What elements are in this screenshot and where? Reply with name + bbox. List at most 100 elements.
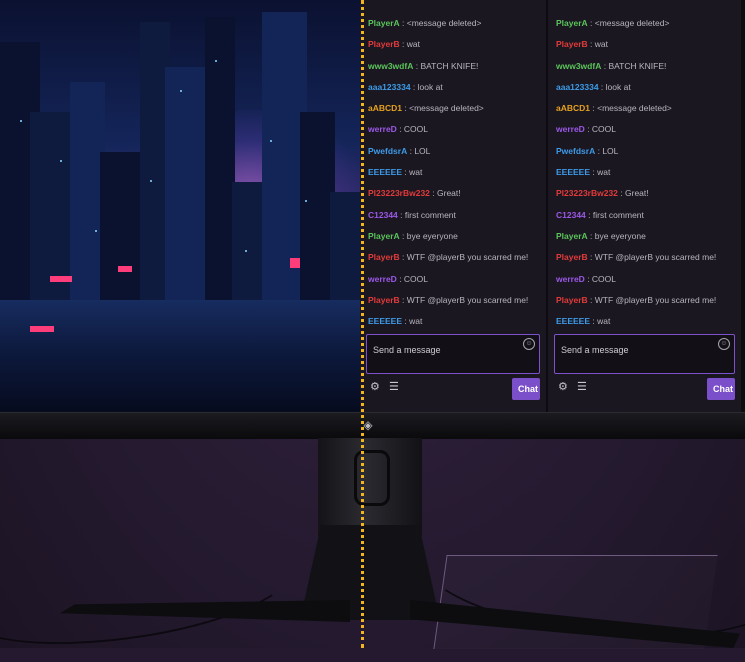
- chat-input-box[interactable]: ☺: [366, 334, 540, 374]
- chat-username[interactable]: EEEEEE: [556, 167, 590, 177]
- chat-text: wat: [594, 39, 608, 50]
- chat-text: wat: [409, 316, 423, 327]
- gear-icon[interactable]: ⚙: [558, 381, 568, 393]
- chat-username[interactable]: aaa123334: [368, 82, 411, 92]
- chat-username[interactable]: PwefdsrA: [368, 146, 407, 156]
- chat-username[interactable]: EEEEEE: [368, 167, 402, 177]
- window-light: [60, 160, 62, 162]
- chat-username[interactable]: www3wdfA: [556, 61, 601, 71]
- chat-text: bye eyeryone: [406, 230, 458, 241]
- chat-message: PlayerB : WTF @playerB you scarred me!: [368, 248, 540, 269]
- chat-message-list: PlayerA : <message deleted> PlayerB : wat…: [556, 14, 735, 333]
- chat-toolbar: ⚙ ☰: [370, 380, 405, 393]
- chat-username[interactable]: EEEEEE: [368, 316, 402, 326]
- chat-message: EEEEEE : wat: [368, 312, 540, 333]
- chat-username[interactable]: PlayerB: [368, 252, 400, 262]
- chat-separator: :: [587, 294, 595, 305]
- chat-message: PlayerA : <message deleted>: [368, 14, 540, 35]
- chat-username[interactable]: C12344: [368, 210, 398, 220]
- chat-username[interactable]: PlayerB: [368, 39, 400, 49]
- chat-username[interactable]: werreD: [368, 124, 397, 134]
- chat-message: PlayerA : bye eyeryone: [556, 227, 735, 248]
- chat-username[interactable]: Pl23223rBw232: [368, 188, 430, 198]
- chat-username[interactable]: aaa123334: [556, 82, 599, 92]
- chat-username[interactable]: PlayerB: [556, 39, 588, 49]
- monitor: PlayerA : <message deleted> PlayerB : wat…: [0, 0, 745, 439]
- brand-logo-icon: ◈: [363, 418, 373, 432]
- chat-message: C12344 : first comment: [556, 206, 735, 227]
- chat-text: WTF @playerB you scarred me!: [406, 294, 529, 305]
- chat-text: WTF @playerB you scarred me!: [594, 294, 717, 305]
- window-light: [180, 90, 182, 92]
- chat-message: PwefdsrA : LOL: [368, 142, 540, 163]
- chat-username[interactable]: PlayerB: [556, 252, 588, 262]
- chat-message-input[interactable]: [559, 339, 725, 361]
- chat-message-input[interactable]: [371, 339, 530, 361]
- chat-username[interactable]: PlayerA: [556, 18, 588, 28]
- chat-username[interactable]: aABCD1: [368, 103, 402, 113]
- chat-username[interactable]: werreD: [368, 274, 397, 284]
- chat-message: www3wdfA : BATCH KNIFE!: [556, 57, 735, 78]
- chat-message: werreD : COOL: [368, 120, 540, 141]
- chat-text: Great!: [437, 188, 461, 199]
- cable-management-slot: [354, 450, 390, 506]
- chat-username[interactable]: aABCD1: [556, 103, 590, 113]
- chat-toolbar: ⚙ ☰: [558, 380, 593, 393]
- chat-text: LOL: [414, 145, 431, 156]
- chat-username[interactable]: PlayerB: [556, 295, 588, 305]
- chat-send-button[interactable]: Chat: [512, 378, 540, 400]
- chat-separator: :: [584, 124, 592, 135]
- chat-username[interactable]: Pl23223rBw232: [556, 188, 618, 198]
- window-light: [305, 200, 307, 202]
- water-reflection: [0, 300, 360, 412]
- chat-message: Pl23223rBw232 : Great!: [368, 184, 540, 205]
- gear-icon[interactable]: ⚙: [370, 381, 380, 393]
- chat-text: wat: [597, 316, 611, 327]
- chat-username[interactable]: werreD: [556, 124, 585, 134]
- chat-text: wat: [409, 167, 423, 178]
- chat-message: aaa123334 : look at: [368, 78, 540, 99]
- chat-message: aaa123334 : look at: [556, 78, 735, 99]
- chat-text: <message deleted>: [594, 18, 670, 28]
- chat-username[interactable]: werreD: [556, 274, 585, 284]
- chat-text: wat: [406, 39, 420, 50]
- split-divider-line: [361, 0, 364, 648]
- chat-username[interactable]: PlayerA: [368, 231, 400, 241]
- window-light: [215, 60, 217, 62]
- chat-separator: :: [399, 230, 407, 241]
- chat-username[interactable]: www3wdfA: [368, 61, 413, 71]
- city-wallpaper: [0, 0, 360, 412]
- chat-panel-left: PlayerA : <message deleted> PlayerB : wat…: [360, 0, 546, 412]
- emoji-icon[interactable]: ☺: [718, 338, 730, 350]
- chat-message: EEEEEE : wat: [368, 163, 540, 184]
- chat-text: LOL: [602, 145, 619, 156]
- chat-message: C12344 : first comment: [368, 206, 540, 227]
- list-icon[interactable]: ☰: [577, 381, 587, 393]
- neon-sign: [30, 326, 54, 332]
- chat-text: <message deleted>: [406, 18, 482, 28]
- chat-separator: :: [399, 18, 407, 28]
- chat-username[interactable]: PlayerA: [556, 231, 588, 241]
- chat-message: PlayerB : WTF @playerB you scarred me!: [368, 291, 540, 312]
- chat-message-list: PlayerA : <message deleted> PlayerB : wat…: [368, 14, 540, 333]
- window-light: [245, 250, 247, 252]
- chat-send-button[interactable]: Chat: [707, 378, 735, 400]
- window-light: [20, 120, 22, 122]
- emoji-icon[interactable]: ☺: [523, 338, 535, 350]
- chat-username[interactable]: C12344: [556, 210, 586, 220]
- chat-input-box[interactable]: ☺: [554, 334, 735, 374]
- window-light: [150, 180, 152, 182]
- neon-sign: [50, 276, 72, 282]
- chat-username[interactable]: PlayerB: [368, 295, 400, 305]
- chat-message: werreD : COOL: [368, 270, 540, 291]
- chat-username[interactable]: PwefdsrA: [556, 146, 595, 156]
- chat-text: WTF @playerB you scarred me!: [406, 252, 529, 263]
- chat-username[interactable]: PlayerA: [368, 18, 400, 28]
- chat-message: www3wdfA : BATCH KNIFE!: [368, 57, 540, 78]
- chat-message: Pl23223rBw232 : Great!: [556, 184, 735, 205]
- chat-separator: :: [585, 209, 593, 220]
- chat-message: PlayerA : <message deleted>: [556, 14, 735, 35]
- list-icon[interactable]: ☰: [389, 381, 399, 393]
- chat-username[interactable]: EEEEEE: [556, 316, 590, 326]
- monitor-screen: PlayerA : <message deleted> PlayerB : wat…: [0, 0, 741, 412]
